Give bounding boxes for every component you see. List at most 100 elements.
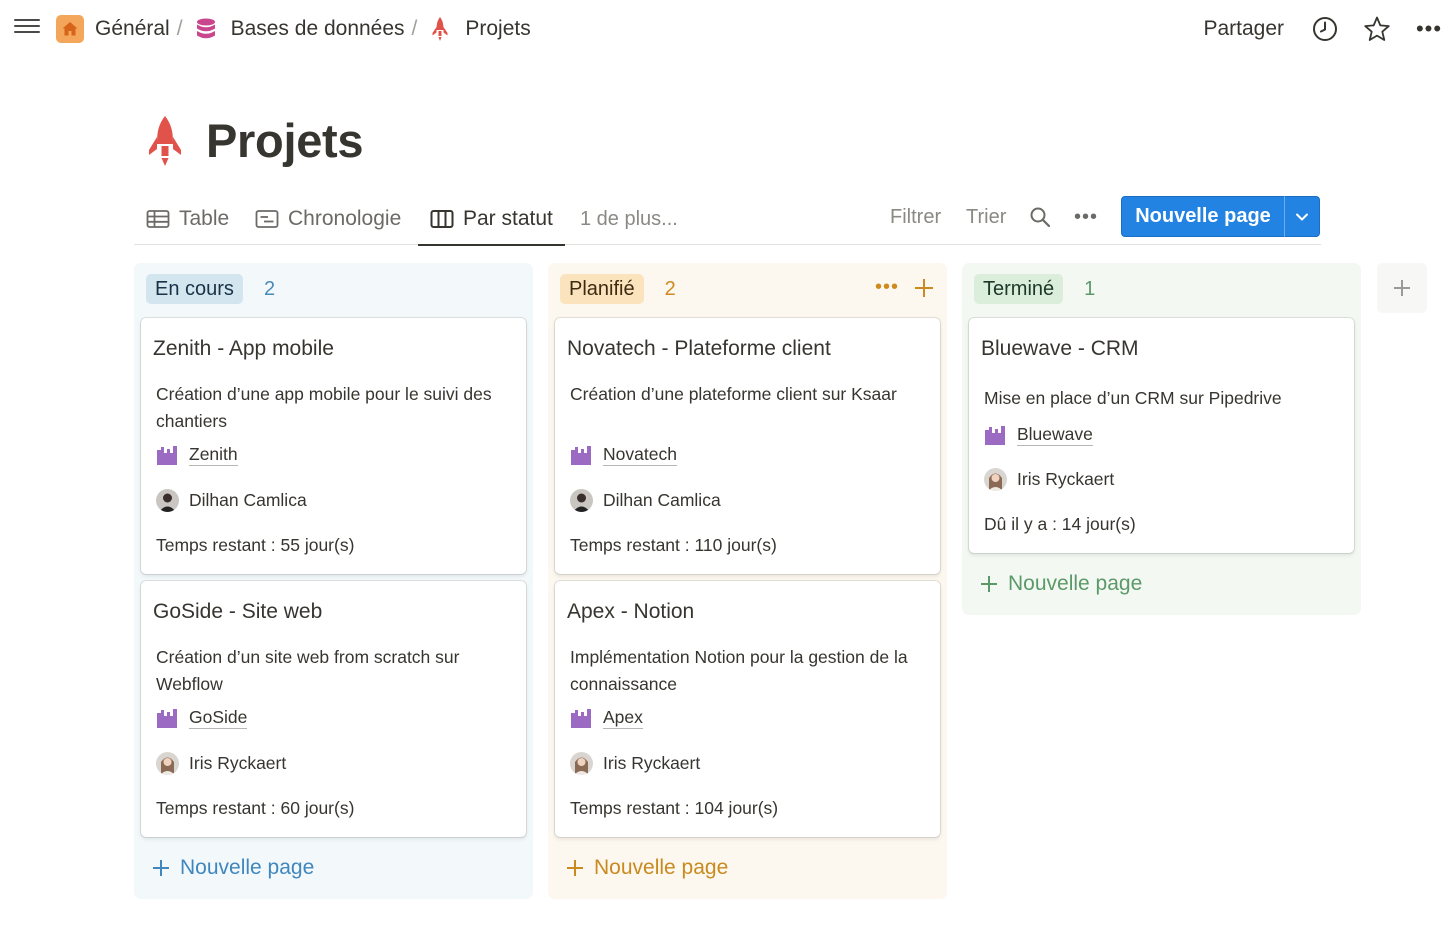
breadcrumb-item-general[interactable]: Général (56, 15, 170, 43)
building-icon (571, 446, 591, 465)
database-icon (192, 15, 220, 43)
breadcrumb-label: Bases de données (230, 17, 405, 40)
rocket-icon (426, 15, 454, 43)
board-card[interactable]: Novatech - Plateforme client Création d’… (555, 318, 940, 574)
tab-label: Chronologie (288, 207, 402, 230)
card-person: Iris Ryckaert (156, 752, 286, 775)
card-company: GoSide (156, 707, 248, 729)
more-icon[interactable]: ••• (1074, 194, 1098, 240)
tab-table[interactable]: Table (146, 194, 229, 244)
views-bar: Table Chronologie Par statut 1 de plus..… (134, 194, 1321, 246)
tab-label: Par statut (463, 207, 553, 230)
more-icon[interactable]: ••• (1414, 14, 1444, 44)
avatar (570, 752, 593, 775)
avatar (156, 489, 179, 512)
company-link[interactable]: Zenith (189, 444, 238, 466)
new-page-button-group: Nouvelle page (1121, 196, 1320, 237)
card-company: Novatech (570, 444, 677, 466)
board-card[interactable]: Bluewave - CRM Mise en place d’un CRM su… (969, 318, 1354, 553)
person-name: Iris Ryckaert (1017, 469, 1115, 489)
card-person: Iris Ryckaert (984, 468, 1114, 491)
tab-label: Table (179, 207, 230, 230)
search-icon[interactable] (1029, 194, 1051, 240)
share-button[interactable]: Partager (1203, 17, 1284, 41)
building-icon (571, 709, 591, 728)
plus-icon (981, 576, 997, 592)
card-info: Temps restant : 110 jour(s) (570, 535, 777, 555)
menu-icon[interactable] (14, 15, 40, 41)
column-header: En cours 2 (146, 274, 275, 304)
column-tools: ••• (875, 276, 935, 299)
page-title: Projets (206, 113, 364, 167)
card-person: Dilhan Camlica (156, 489, 307, 512)
add-new-label: Nouvelle page (594, 856, 729, 879)
breadcrumb-item-databases[interactable]: Bases de données (192, 15, 405, 43)
status-badge[interactable]: Planifié (560, 274, 644, 304)
column-header: Terminé 1 (974, 274, 1095, 304)
card-title: Novatech - Plateforme client (567, 337, 831, 360)
building-icon (985, 426, 1005, 445)
board-column-en-cours: En cours 2 Zenith - App mobile Création … (134, 263, 533, 899)
company-link[interactable]: GoSide (189, 707, 248, 729)
status-badge[interactable]: Terminé (974, 274, 1064, 304)
tab-chronologie[interactable]: Chronologie (255, 194, 401, 244)
card-company: Zenith (156, 444, 238, 466)
company-link[interactable]: Bluewave (1017, 424, 1093, 446)
filter-button[interactable]: Filtrer (890, 194, 941, 240)
add-new-page-button[interactable]: Nouvelle page (151, 853, 314, 883)
card-description: Création d’un site web from scratch sur … (156, 647, 460, 694)
breadcrumb-label: Général (95, 17, 170, 40)
avatar (570, 489, 593, 512)
timeline-icon (255, 210, 279, 228)
card-description: Création d’une app mobile pour le suivi … (156, 384, 492, 431)
breadcrumb-item-projets[interactable]: Projets (426, 15, 531, 43)
breadcrumb-separator: / (176, 17, 183, 40)
card-info: Temps restant : 104 jour(s) (570, 798, 779, 818)
card-person: Dilhan Camlica (570, 489, 721, 512)
plus-icon (1394, 280, 1410, 296)
chevron-down-icon[interactable] (1285, 212, 1319, 222)
board-column-planifie: Planifié 2 ••• Novatech - Plateforme cli… (548, 263, 947, 899)
sort-button[interactable]: Trier (966, 194, 1006, 240)
card-info: Dû il y a : 14 jour(s) (984, 514, 1136, 534)
breadcrumb-label: Projets (465, 17, 531, 40)
add-column-button[interactable] (1377, 263, 1427, 313)
more-views-button[interactable]: 1 de plus... (580, 194, 678, 244)
card-title: Bluewave - CRM (981, 337, 1139, 360)
add-new-page-button[interactable]: Nouvelle page (565, 853, 728, 883)
building-icon (157, 709, 177, 728)
board-card[interactable]: Apex - Notion Implémentation Notion pour… (555, 581, 940, 837)
new-page-button[interactable]: Nouvelle page (1122, 205, 1284, 228)
card-title: GoSide - Site web (153, 600, 323, 623)
person-name: Dilhan Camlica (603, 490, 721, 510)
company-link[interactable]: Apex (603, 707, 643, 729)
star-icon[interactable] (1362, 14, 1392, 44)
card-description: Mise en place d’un CRM sur Pipedrive (984, 388, 1282, 408)
plus-icon (153, 860, 169, 876)
avatar (984, 468, 1007, 491)
card-company: Apex (570, 707, 643, 729)
board-card[interactable]: GoSide - Site web Création d’un site web… (141, 581, 526, 837)
board-icon (430, 210, 454, 228)
person-name: Iris Ryckaert (603, 753, 701, 773)
board-card[interactable]: Zenith - App mobile Création d’une app m… (141, 318, 526, 574)
plus-icon[interactable] (913, 277, 935, 299)
card-title: Zenith - App mobile (153, 337, 334, 360)
add-new-page-button[interactable]: Nouvelle page (979, 569, 1142, 599)
person-name: Dilhan Camlica (189, 490, 307, 510)
card-info: Temps restant : 55 jour(s) (156, 535, 355, 555)
clock-icon[interactable] (1310, 14, 1340, 44)
board-column-termine: Terminé 1 Bluewave - CRM Mise en place d… (962, 263, 1361, 615)
tab-par-statut[interactable]: Par statut (418, 194, 565, 246)
person-name: Iris Ryckaert (189, 753, 287, 773)
card-info: Temps restant : 60 jour(s) (156, 798, 355, 818)
status-badge[interactable]: En cours (146, 274, 243, 304)
rocket-icon[interactable] (144, 112, 186, 168)
company-link[interactable]: Novatech (603, 444, 677, 466)
table-icon (146, 210, 170, 228)
column-count: 2 (263, 277, 276, 300)
card-description: Création d’une plateforme client sur Ksa… (570, 384, 897, 404)
column-header: Planifié 2 (560, 274, 676, 304)
more-icon[interactable]: ••• (875, 276, 899, 299)
card-company: Bluewave (984, 424, 1093, 446)
